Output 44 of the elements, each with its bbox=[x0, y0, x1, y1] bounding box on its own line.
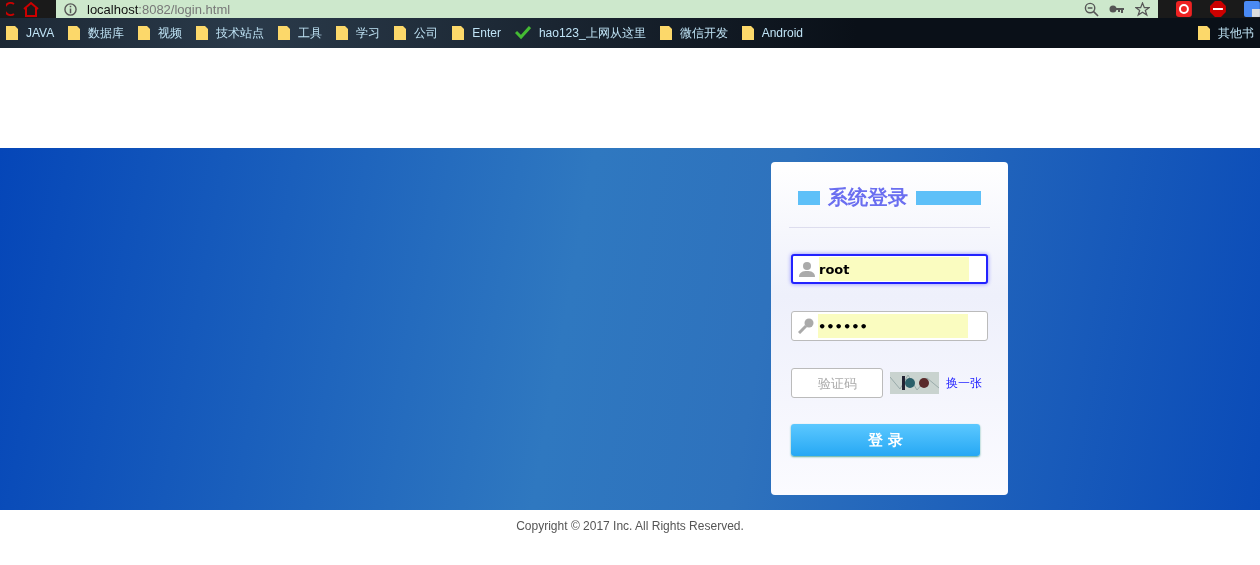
bookmark-item[interactable]: hao123_上网从这里 bbox=[514, 24, 646, 42]
address-bar[interactable]: localhost:8082/login.html bbox=[56, 0, 1159, 18]
copyright-text: Copyright © 2017 Inc. All Rights Reserved. bbox=[516, 519, 744, 535]
info-icon[interactable] bbox=[64, 2, 77, 16]
folder-icon bbox=[6, 26, 18, 40]
checkmark-icon bbox=[514, 26, 531, 40]
user-icon bbox=[799, 261, 815, 277]
captcha-field[interactable]: 验证码 bbox=[791, 368, 883, 398]
folder-icon bbox=[336, 26, 349, 40]
translate-icon[interactable] bbox=[1244, 1, 1260, 17]
login-title: 系统登录 bbox=[828, 184, 908, 211]
bookmark-item[interactable]: 微信开发 bbox=[659, 24, 728, 42]
refresh-captcha-link[interactable]: 换一张 bbox=[946, 374, 982, 392]
folder-icon bbox=[659, 26, 672, 40]
bookmark-item[interactable]: 学习 bbox=[336, 24, 381, 42]
folder-icon bbox=[741, 26, 754, 40]
folder-icon bbox=[278, 26, 291, 40]
folder-icon bbox=[68, 26, 81, 40]
url-text: localhost:8082/login.html bbox=[87, 1, 231, 17]
folder-icon bbox=[1198, 26, 1210, 40]
adblock-icon[interactable] bbox=[1210, 1, 1227, 17]
bookmark-item[interactable]: 数据库 bbox=[68, 24, 125, 42]
title-decoration bbox=[916, 190, 981, 205]
folder-icon bbox=[394, 26, 407, 40]
bookmark-item[interactable]: JAVA bbox=[6, 26, 55, 40]
key-icon bbox=[798, 318, 814, 334]
zoom-out-icon[interactable] bbox=[1084, 1, 1100, 17]
bookmark-item[interactable]: Enter bbox=[452, 26, 501, 40]
folder-icon bbox=[452, 26, 465, 40]
bookmark-item[interactable]: Android bbox=[741, 26, 803, 40]
star-icon[interactable] bbox=[1135, 1, 1151, 17]
key-icon[interactable] bbox=[1109, 3, 1126, 15]
username-field[interactable]: root bbox=[791, 254, 988, 284]
bookmark-item[interactable]: 视频 bbox=[138, 24, 183, 42]
title-decoration bbox=[798, 190, 820, 205]
home-icon[interactable] bbox=[22, 1, 40, 17]
bookmark-item[interactable]: 公司 bbox=[394, 24, 439, 42]
other-bookmarks[interactable]: 其他书 bbox=[1198, 24, 1254, 42]
folder-icon bbox=[138, 26, 151, 40]
extension-icon[interactable] bbox=[1176, 1, 1193, 17]
bookmark-item[interactable]: 工具 bbox=[278, 24, 323, 42]
folder-icon bbox=[196, 26, 209, 40]
bookmark-item[interactable]: 技术站点 bbox=[196, 24, 265, 42]
password-field[interactable]: •••••• bbox=[791, 311, 988, 341]
